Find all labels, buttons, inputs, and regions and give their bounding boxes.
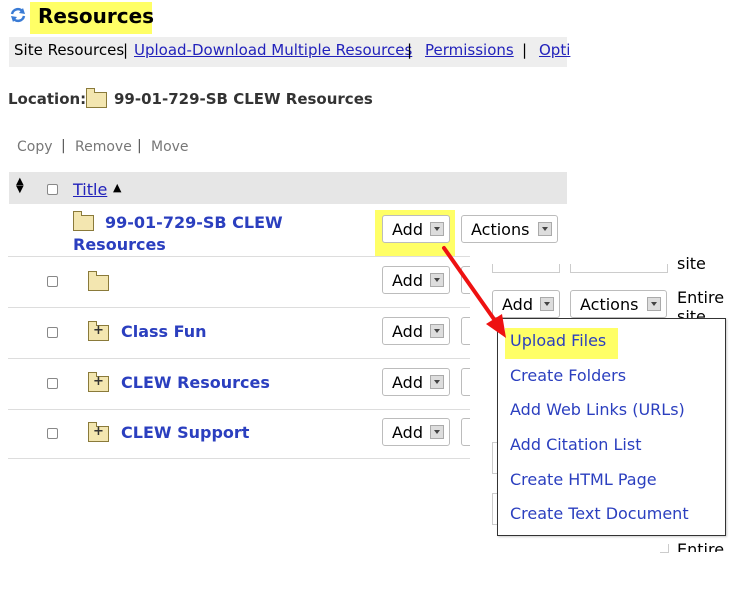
add-label: Add	[392, 322, 423, 341]
folder-expand-icon[interactable]	[88, 372, 109, 392]
location-bar: Location: 99-01-729-SB CLEW Resources	[8, 88, 568, 110]
toolbar-sep: |	[123, 41, 129, 59]
folder-expand-icon[interactable]	[88, 321, 109, 341]
folder-expand-icon[interactable]	[88, 422, 109, 442]
row-divider	[8, 458, 470, 459]
overlay-button-fragment	[570, 264, 668, 273]
chevron-down-icon	[647, 297, 661, 311]
add-button[interactable]: Add	[382, 368, 450, 396]
menu-add-web-links[interactable]: Add Web Links (URLs)	[510, 400, 685, 419]
page-title-text: Resources	[38, 4, 155, 28]
chevron-down-icon	[430, 222, 444, 236]
chevron-down-icon	[430, 375, 444, 389]
copy-action[interactable]: Copy	[17, 139, 53, 155]
chevron-down-icon	[430, 425, 444, 439]
table-row: CLEW Resources Add	[9, 359, 491, 409]
page-title: Resources	[30, 2, 155, 34]
table-row: Add	[9, 257, 491, 307]
chevron-down-icon	[540, 297, 554, 311]
row-checkbox[interactable]	[47, 327, 58, 338]
row-checkbox[interactable]	[47, 276, 58, 287]
add-dropdown-menu: Upload Files Create Folders Add Web Link…	[497, 318, 726, 536]
actions-button[interactable]: Actions	[461, 215, 558, 243]
row-checkbox[interactable]	[47, 378, 58, 389]
add-label: Add	[392, 423, 423, 442]
actions-label: Actions	[580, 295, 639, 314]
add-label: Add	[392, 373, 423, 392]
sort-arrows-icon[interactable]: ▲ ▼	[16, 177, 24, 195]
overlay-actions-button[interactable]: Actions	[570, 290, 667, 318]
folder-title[interactable]: Class Fun	[121, 322, 207, 341]
annotation-arrow	[442, 246, 506, 338]
actions-sep: |	[137, 138, 142, 154]
toolbar-sep: |	[522, 41, 528, 59]
add-button[interactable]: Add	[382, 215, 450, 243]
move-action[interactable]: Move	[151, 139, 189, 155]
overlay-entire-text: Entire	[677, 540, 725, 552]
location-label: Location:	[8, 90, 87, 108]
overlay-entire-site-text: Entire site	[677, 288, 725, 322]
location-path: 99-01-729-SB CLEW Resources	[114, 90, 373, 108]
menu-add-citation-list[interactable]: Add Citation List	[510, 435, 641, 454]
toolbar-upload-download-link[interactable]: Upload-Download Multiple Resources	[134, 41, 412, 59]
menu-create-text-document[interactable]: Create Text Document	[510, 504, 689, 523]
title-column-header[interactable]: Title	[73, 180, 107, 199]
table-row: CLEW Support Add	[9, 410, 491, 458]
root-folder-title[interactable]: 99-01-729-SB CLEW Resources	[73, 212, 293, 256]
toolbar-sep: |	[407, 41, 413, 59]
folder-title[interactable]: CLEW Resources	[121, 373, 270, 392]
menu-create-html-page[interactable]: Create HTML Page	[510, 470, 657, 489]
refresh-icon[interactable]	[9, 6, 27, 24]
row-checkbox[interactable]	[47, 428, 58, 439]
toolbar-site-resources: Site Resources	[14, 41, 125, 59]
folder-icon	[86, 88, 107, 108]
toolbar: Site Resources | Upload-Download Multipl…	[9, 37, 570, 67]
add-button[interactable]: Add	[382, 418, 450, 446]
actions-bar: Copy | Remove | Move	[17, 138, 217, 158]
overlay-button-fragment	[660, 544, 669, 553]
actions-label: Actions	[471, 220, 530, 239]
actions-sep: |	[61, 138, 66, 154]
toolbar-permissions-link[interactable]: Permissions	[425, 41, 514, 59]
folder-icon	[88, 271, 109, 291]
select-all-checkbox[interactable]	[47, 184, 58, 195]
menu-upload-files[interactable]: Upload Files	[510, 331, 606, 350]
sort-ascending-icon[interactable]: ▲	[113, 181, 121, 194]
toolbar-options-link[interactable]: Opti	[539, 41, 570, 59]
table-row: Class Fun Add	[9, 308, 491, 358]
add-label: Add	[392, 271, 423, 290]
table-header: ▲ ▼ Title ▲	[9, 172, 567, 204]
menu-create-folders[interactable]: Create Folders	[510, 366, 626, 385]
folder-title[interactable]: CLEW Support	[121, 423, 249, 442]
add-label: Add	[392, 220, 423, 239]
chevron-down-icon	[538, 222, 552, 236]
remove-action[interactable]: Remove	[75, 139, 132, 155]
overlay-site-text: site	[677, 254, 706, 273]
